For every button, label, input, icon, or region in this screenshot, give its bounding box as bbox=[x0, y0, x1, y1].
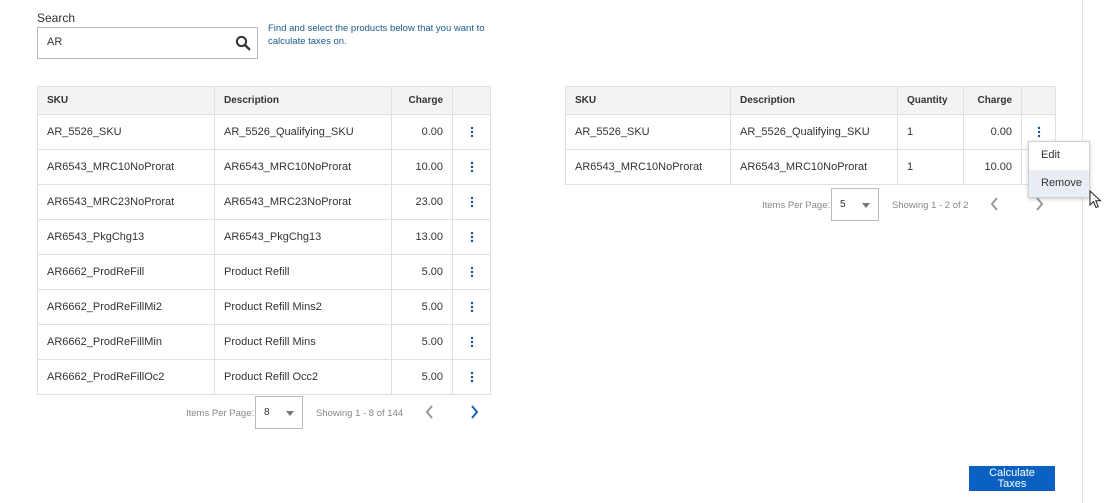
column-header-description[interactable]: Description bbox=[730, 86, 898, 115]
column-header-sku[interactable]: SKU bbox=[37, 86, 215, 115]
table-row[interactable]: AR6662_ProdReFillMi2 Product Refill Mins… bbox=[37, 289, 491, 325]
row-actions[interactable] bbox=[452, 184, 491, 220]
column-header-quantity[interactable]: Quantity bbox=[897, 86, 964, 115]
kebab-menu-icon[interactable] bbox=[1037, 126, 1041, 138]
chevron-down-icon bbox=[862, 203, 870, 208]
cell-sku: AR6543_MRC10NoProrat bbox=[565, 149, 731, 185]
cell-description: Product Refill bbox=[214, 254, 392, 290]
previous-page-icon[interactable] bbox=[989, 196, 1001, 212]
cell-sku: AR6543_PkgChg13 bbox=[37, 219, 215, 255]
cell-description: AR6543_MRC10NoProrat bbox=[730, 149, 898, 185]
items-per-page-select[interactable]: 8 bbox=[255, 396, 303, 429]
items-per-page-select[interactable]: 5 bbox=[831, 188, 879, 221]
kebab-menu-icon[interactable] bbox=[470, 336, 474, 348]
next-page-icon[interactable] bbox=[1033, 196, 1045, 212]
cell-charge: 13.00 bbox=[391, 219, 453, 255]
column-header-actions bbox=[452, 86, 491, 115]
kebab-menu-icon[interactable] bbox=[470, 371, 474, 383]
cell-charge: 0.00 bbox=[391, 114, 453, 150]
cell-quantity: 1 bbox=[897, 114, 964, 150]
items-per-page-value: 5 bbox=[840, 199, 846, 210]
cell-description: Product Refill Mins2 bbox=[214, 289, 392, 325]
cell-quantity: 1 bbox=[897, 149, 964, 185]
row-actions[interactable] bbox=[452, 114, 491, 150]
cell-charge: 5.00 bbox=[391, 324, 453, 360]
items-per-page-label: Items Per Page: bbox=[186, 408, 255, 419]
table-row[interactable]: AR6662_ProdReFillOc2 Product Refill Occ2… bbox=[37, 359, 491, 395]
calculate-taxes-button[interactable]: Calculate Taxes bbox=[969, 466, 1055, 491]
cell-sku: AR6662_ProdReFillMi2 bbox=[37, 289, 215, 325]
showing-count: Showing 1 - 2 of 2 bbox=[892, 200, 969, 211]
cell-sku: AR_5526_SKU bbox=[37, 114, 215, 150]
kebab-menu-icon[interactable] bbox=[470, 266, 474, 278]
search-hint: Find and select the products below that … bbox=[268, 23, 485, 47]
cell-description: AR6543_MRC23NoProrat bbox=[214, 184, 392, 220]
product-table: SKU Description Charge AR_5526_SKU AR_55… bbox=[37, 86, 491, 395]
cell-description: Product Refill Mins bbox=[214, 324, 392, 360]
cell-charge: 10.00 bbox=[391, 149, 453, 185]
kebab-menu-icon[interactable] bbox=[470, 161, 474, 173]
table-row[interactable]: AR6543_MRC10NoProrat AR6543_MRC10NoProra… bbox=[565, 149, 1056, 185]
column-header-charge[interactable]: Charge bbox=[963, 86, 1022, 115]
table-header-row: SKU Description Charge bbox=[37, 86, 491, 115]
cell-description: AR6543_MRC10NoProrat bbox=[214, 149, 392, 185]
kebab-menu-icon[interactable] bbox=[470, 196, 474, 208]
row-actions[interactable] bbox=[452, 359, 491, 395]
cell-sku: AR6662_ProdReFillOc2 bbox=[37, 359, 215, 395]
menu-item-edit[interactable]: Edit bbox=[1029, 142, 1089, 169]
table-row[interactable]: AR6662_ProdReFillMin Product Refill Mins… bbox=[37, 324, 491, 360]
cell-sku: AR6662_ProdReFillMin bbox=[37, 324, 215, 360]
cell-sku: AR6543_MRC10NoProrat bbox=[37, 149, 215, 185]
selected-products-table: SKU Description Quantity Charge AR_5526_… bbox=[565, 86, 1056, 185]
next-page-icon[interactable] bbox=[468, 404, 480, 420]
previous-page-icon[interactable] bbox=[424, 404, 436, 420]
table-row[interactable]: AR6543_PkgChg13 AR6543_PkgChg13 13.00 bbox=[37, 219, 491, 255]
cell-charge: 5.00 bbox=[391, 254, 453, 290]
column-header-sku[interactable]: SKU bbox=[565, 86, 731, 115]
row-actions[interactable] bbox=[452, 254, 491, 290]
row-actions[interactable] bbox=[452, 219, 491, 255]
cell-description: Product Refill Occ2 bbox=[214, 359, 392, 395]
cell-charge: 5.00 bbox=[391, 359, 453, 395]
mouse-cursor-icon bbox=[1089, 190, 1102, 209]
cell-sku: AR6662_ProdReFill bbox=[37, 254, 215, 290]
column-header-description[interactable]: Description bbox=[214, 86, 392, 115]
menu-item-remove[interactable]: Remove bbox=[1029, 170, 1089, 197]
table-row[interactable]: AR6543_MRC23NoProrat AR6543_MRC23NoProra… bbox=[37, 184, 491, 220]
items-per-page-label: Items Per Page: bbox=[762, 200, 831, 211]
table-row[interactable]: AR6662_ProdReFill Product Refill 5.00 bbox=[37, 254, 491, 290]
cell-description: AR_5526_Qualifying_SKU bbox=[730, 114, 898, 150]
cell-charge: 23.00 bbox=[391, 184, 453, 220]
cell-description: AR6543_PkgChg13 bbox=[214, 219, 392, 255]
row-context-menu: Edit Remove bbox=[1028, 141, 1090, 198]
table-row[interactable]: AR6543_MRC10NoProrat AR6543_MRC10NoProra… bbox=[37, 149, 491, 185]
column-header-charge[interactable]: Charge bbox=[391, 86, 453, 115]
items-per-page-value: 8 bbox=[264, 407, 270, 418]
kebab-menu-icon[interactable] bbox=[470, 126, 474, 138]
cell-description: AR_5526_Qualifying_SKU bbox=[214, 114, 392, 150]
search-icon[interactable] bbox=[235, 35, 251, 51]
cell-sku: AR6543_MRC23NoProrat bbox=[37, 184, 215, 220]
row-actions[interactable] bbox=[452, 324, 491, 360]
row-actions[interactable] bbox=[452, 149, 491, 185]
table-header-row: SKU Description Quantity Charge bbox=[565, 86, 1056, 115]
search-field[interactable] bbox=[37, 27, 258, 59]
table-row[interactable]: AR_5526_SKU AR_5526_Qualifying_SKU 0.00 bbox=[37, 114, 491, 150]
row-actions[interactable] bbox=[452, 289, 491, 325]
showing-count: Showing 1 - 8 of 144 bbox=[316, 408, 404, 419]
search-input[interactable] bbox=[47, 36, 227, 48]
kebab-menu-icon[interactable] bbox=[470, 301, 474, 313]
cell-charge: 5.00 bbox=[391, 289, 453, 325]
table-row[interactable]: AR_5526_SKU AR_5526_Qualifying_SKU 1 0.0… bbox=[565, 114, 1056, 150]
cell-charge: 0.00 bbox=[963, 114, 1022, 150]
cell-charge: 10.00 bbox=[963, 149, 1022, 185]
kebab-menu-icon[interactable] bbox=[470, 231, 474, 243]
search-label: Search bbox=[37, 11, 76, 25]
calculate-taxes-label-line2: Taxes bbox=[997, 478, 1027, 490]
cell-sku: AR_5526_SKU bbox=[565, 114, 731, 150]
chevron-down-icon bbox=[286, 411, 294, 416]
column-header-actions bbox=[1021, 86, 1056, 115]
